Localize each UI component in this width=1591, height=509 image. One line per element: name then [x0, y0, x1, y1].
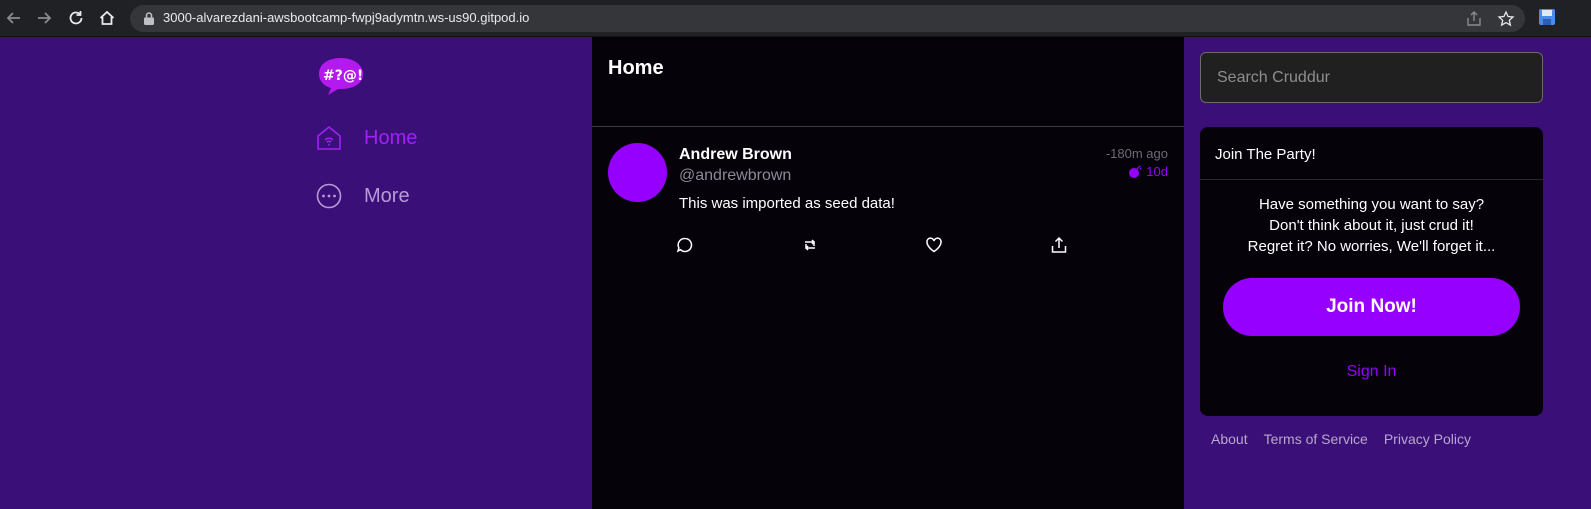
home-button-icon[interactable] [95, 6, 119, 30]
avatar[interactable] [608, 143, 667, 202]
like-heart-icon[interactable] [925, 236, 943, 254]
url-text: 3000-alvarezdani-awsbootcamp-fwpj9adymtn… [163, 10, 530, 25]
nav-item-home[interactable]: Home [315, 122, 417, 154]
back-arrow-icon[interactable] [2, 6, 26, 30]
expires-text: 10d [1146, 164, 1168, 179]
page-title: Home [608, 57, 664, 79]
join-header: Join The Party! [1200, 127, 1543, 180]
join-line-3: Regret it? No worries, We'll forget it..… [1247, 238, 1496, 255]
cruddur-logo[interactable]: #?@! [318, 56, 364, 96]
reply-icon[interactable] [676, 236, 694, 254]
join-now-button[interactable]: Join Now! [1223, 278, 1520, 336]
share-icon[interactable] [1050, 236, 1068, 254]
join-text: Have something you want to say? Don't th… [1200, 194, 1543, 257]
address-bar[interactable]: 3000-alvarezdani-awsbootcamp-fwpj9adymtn… [130, 5, 1525, 32]
reload-icon[interactable] [64, 6, 88, 30]
display-name[interactable]: Andrew Brown [679, 146, 792, 164]
time-ago: -180m ago [1105, 146, 1168, 161]
footer-link-privacy[interactable]: Privacy Policy [1384, 431, 1471, 447]
more-icon [316, 183, 342, 209]
lock-icon [144, 12, 154, 25]
browser-toolbar: 3000-alvarezdani-awsbootcamp-fwpj9adymtn… [0, 0, 1591, 37]
bomb-icon [1129, 165, 1142, 178]
feed-header: Home [592, 37, 1184, 127]
footer-link-about[interactable]: About [1211, 431, 1248, 447]
post-message: This was imported as seed data! [679, 195, 895, 212]
bookmark-star-icon[interactable] [1497, 10, 1515, 28]
repost-icon[interactable] [801, 236, 819, 254]
footer-link-terms[interactable]: Terms of Service [1264, 431, 1368, 447]
footer-links: About Terms of Service Privacy Policy [1211, 431, 1487, 447]
join-title: Join The Party! [1215, 146, 1316, 163]
sign-in-link[interactable]: Sign In [1200, 363, 1543, 381]
nav-item-more[interactable]: More [315, 180, 410, 212]
feed-column: Home Andrew Brown @andrewbrown -180m ago… [592, 37, 1184, 509]
nav-label-home: Home [364, 126, 418, 149]
search-input[interactable] [1200, 52, 1543, 103]
svg-text:#?@!: #?@! [323, 68, 363, 84]
user-handle[interactable]: @andrewbrown [679, 167, 791, 185]
nav-label-more: More [364, 184, 410, 207]
home-icon [317, 125, 341, 150]
join-party-box: Join The Party! Have something you want … [1200, 127, 1543, 416]
join-line-1: Have something you want to say? [1258, 196, 1485, 213]
forward-arrow-icon[interactable] [32, 6, 56, 30]
join-line-2: Don't think about it, just crud it! [1269, 217, 1474, 234]
share-page-icon[interactable] [1465, 10, 1483, 28]
activity-item[interactable]: Andrew Brown @andrewbrown -180m ago 10d … [592, 127, 1184, 277]
expires-at: 10d [1128, 164, 1168, 179]
save-extension-icon[interactable] [1538, 8, 1556, 26]
